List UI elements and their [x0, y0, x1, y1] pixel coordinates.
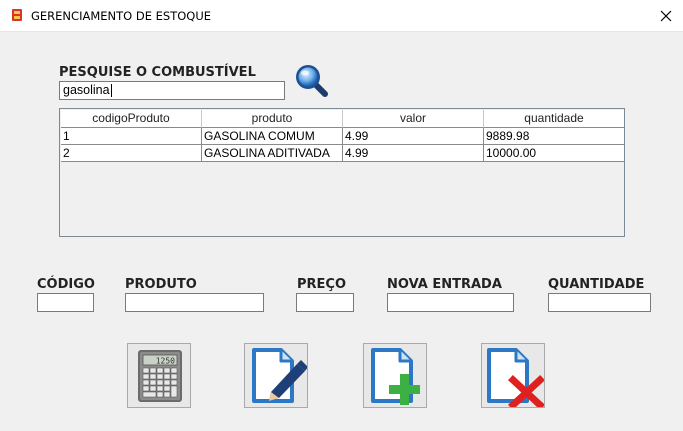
table-cell: 4.99 [343, 145, 484, 162]
table-header: codigoProduto produto valor quantidade [61, 110, 624, 128]
produto-field[interactable] [125, 293, 264, 312]
text-caret [110, 84, 112, 98]
codigo-field[interactable] [37, 293, 94, 312]
table-cell: 10000.00 [484, 145, 624, 162]
table-cell: 9889.98 [484, 128, 624, 145]
column-header-codigo[interactable]: codigoProduto [61, 110, 202, 128]
calculator-button[interactable]: 1250 [127, 343, 191, 408]
title-bar: GERENCIAMENTO DE ESTOQUE [0, 0, 683, 32]
edit-button[interactable] [244, 343, 308, 408]
preco-field[interactable] [296, 293, 354, 312]
nova-entrada-label: NOVA ENTRADA [387, 277, 502, 292]
calculator-display-text: 1250 [156, 357, 175, 366]
app-icon [12, 9, 22, 21]
search-input[interactable]: gasolina [59, 81, 285, 100]
table-cell: 1 [61, 128, 202, 145]
table-cell: 2 [61, 145, 202, 162]
close-icon [660, 10, 672, 22]
calculator-icon: 1250 [138, 350, 182, 402]
table-row[interactable]: 2 GASOLINA ADITIVADA 4.99 10000.00 [61, 145, 624, 162]
quantidade-field[interactable] [548, 293, 651, 312]
table-cell: 4.99 [343, 128, 484, 145]
preco-label: PREÇO [297, 277, 347, 292]
table-row[interactable]: 1 GASOLINA COMUM 4.99 9889.98 [61, 128, 624, 145]
table-cell: GASOLINA ADITIVADA [202, 145, 343, 162]
delete-document-icon [487, 348, 544, 407]
search-input-value: gasolina [63, 83, 110, 97]
produto-label: PRODUTO [125, 277, 197, 292]
column-header-valor[interactable]: valor [343, 110, 484, 128]
column-header-produto[interactable]: produto [202, 110, 343, 128]
add-document-icon [371, 348, 420, 405]
table-cell: GASOLINA COMUM [202, 128, 343, 145]
window-title: GERENCIAMENTO DE ESTOQUE [31, 9, 212, 23]
close-button[interactable] [655, 5, 677, 27]
codigo-label: CÓDIGO [37, 277, 95, 292]
column-header-quantidade[interactable]: quantidade [484, 110, 624, 128]
quantidade-label: QUANTIDADE [548, 277, 645, 292]
add-button[interactable] [363, 343, 427, 408]
delete-button[interactable] [481, 343, 545, 408]
magnifier-icon [296, 65, 328, 97]
stock-table[interactable]: codigoProduto produto valor quantidade 1… [59, 108, 625, 237]
search-label: PESQUISE O COMBUSTÍVEL [59, 65, 256, 80]
nova-entrada-field[interactable] [387, 293, 514, 312]
search-button[interactable] [293, 62, 329, 98]
edit-document-icon [252, 348, 307, 403]
